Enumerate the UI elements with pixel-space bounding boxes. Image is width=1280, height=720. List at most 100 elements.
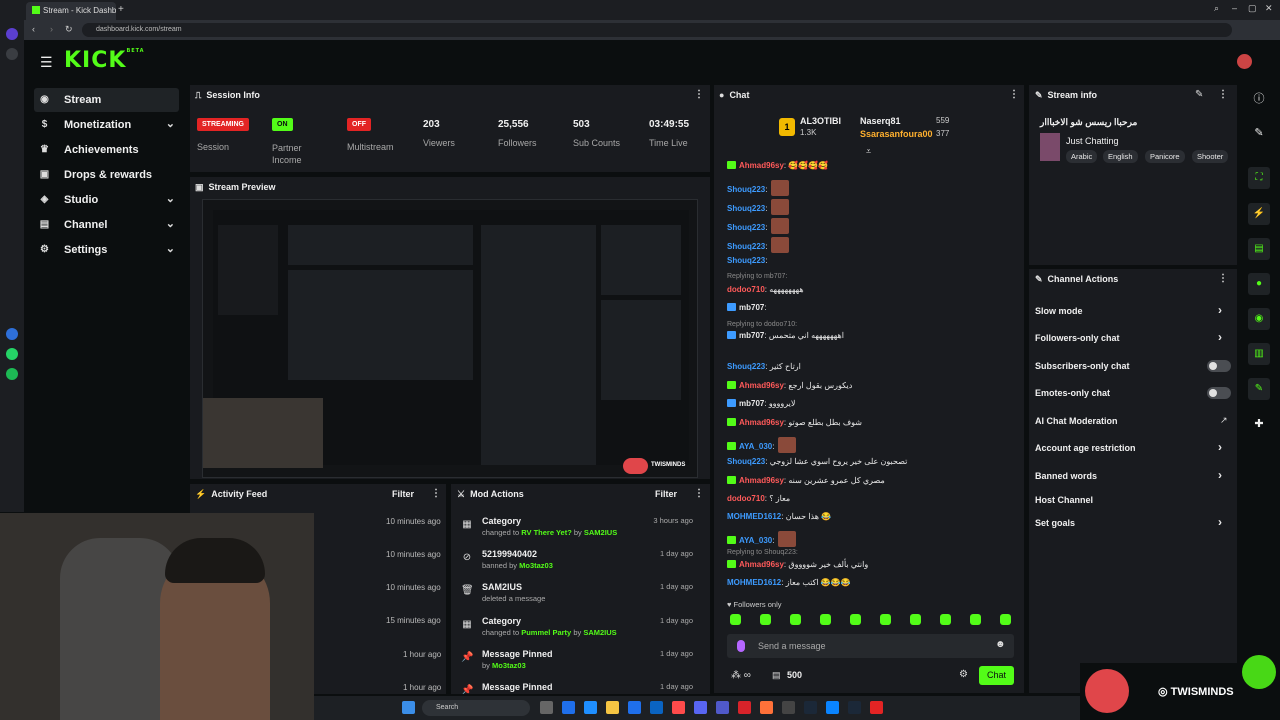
forward-icon[interactable]: › — [50, 24, 53, 34]
kick-logo[interactable]: KICKBETA — [64, 48, 145, 73]
broadcast-icon[interactable]: ◉ — [1248, 308, 1270, 330]
home-icon[interactable] — [6, 28, 18, 40]
tag-english[interactable]: English — [1103, 150, 1138, 163]
external-link-icon[interactable]: ↗ — [1220, 415, 1228, 426]
chat-username[interactable]: dodoo710 — [727, 285, 765, 294]
chat-message[interactable]: AYA_030: — [727, 531, 797, 547]
menu-icon[interactable]: ☰ — [40, 54, 53, 71]
chat-username[interactable]: MOHMED1612 — [727, 512, 781, 521]
maximize-icon[interactable]: ▢ — [1248, 3, 1257, 14]
clip-icon[interactable]: ⛶ — [1248, 167, 1270, 189]
chat-message[interactable]: Shouq223: تصحبون على خير يروح اسوي عشا ل… — [727, 457, 907, 466]
avatar[interactable] — [1237, 54, 1252, 69]
url-field[interactable]: dashboard.kick.com/stream — [82, 23, 1232, 37]
search-icon[interactable]: ⌕ — [1214, 3, 1219, 14]
emote-icon[interactable] — [1000, 614, 1011, 625]
edit-icon[interactable]: ✎ — [1248, 122, 1270, 144]
chevron-right-icon[interactable]: › — [1218, 515, 1222, 529]
nav-achievements[interactable]: ♛ Achievements — [34, 138, 179, 162]
chat-message[interactable]: dodoo710: ههههههههه — [727, 285, 804, 294]
nav-settings[interactable]: ⚙ Settings ⌄ — [34, 238, 179, 262]
chat-username[interactable]: Shouq223 — [727, 204, 765, 213]
chat-message[interactable]: Shouq223: — [727, 199, 790, 215]
chat-username[interactable]: AYA_030 — [739, 442, 772, 451]
chat-username[interactable]: Ahmad96sy — [739, 476, 784, 485]
mod-action-row[interactable]: ▦ Category changed to RV There Yet? by S… — [451, 514, 701, 547]
minimize-icon[interactable]: – — [1232, 3, 1237, 13]
nav-drops[interactable]: ▣ Drops & rewards — [34, 163, 179, 187]
new-tab-icon[interactable]: + — [118, 4, 124, 15]
stream-category[interactable]: Just Chatting — [1066, 136, 1119, 146]
emote-icon[interactable] — [790, 614, 801, 625]
chat-username[interactable]: Shouq223 — [727, 242, 765, 251]
set-goals-item[interactable]: Set goals — [1035, 518, 1075, 528]
reload-icon[interactable]: ↻ — [65, 24, 73, 35]
channel-actions-menu-icon[interactable]: ⋮ — [1218, 273, 1228, 284]
nav-monetization[interactable]: $ Monetization ⌄ — [34, 113, 179, 137]
task-view-icon[interactable] — [540, 701, 553, 714]
chevron-right-icon[interactable]: › — [1218, 440, 1222, 454]
app-icon[interactable] — [870, 701, 883, 714]
spotify-icon[interactable] — [6, 368, 18, 380]
emote-icon[interactable] — [820, 614, 831, 625]
support-bubble-icon[interactable] — [1242, 655, 1276, 689]
mod-filter-button[interactable]: Filter — [655, 489, 677, 499]
top-gifter-name[interactable]: AL3OTIBI — [800, 116, 841, 126]
explorer-icon[interactable] — [606, 701, 619, 714]
discord-icon[interactable] — [694, 701, 707, 714]
chat-message[interactable]: Ahmad96sy: مصري كل عمرو عشرين سنه — [727, 476, 885, 485]
chat-message[interactable]: Ahmad96sy: وانتي بألف خير شووووق — [727, 560, 868, 569]
lightning-icon[interactable]: ⚡ — [1248, 203, 1270, 225]
chat-username[interactable]: Ahmad96sy — [739, 381, 784, 390]
chat-message[interactable]: Ahmad96sy: شوف بطل بطلع صوتو — [727, 418, 862, 427]
emote-icon[interactable] — [880, 614, 891, 625]
chat-message[interactable]: Shouq223: — [727, 218, 790, 234]
host-channel-item[interactable]: Host Channel — [1035, 495, 1093, 505]
chevron-right-icon[interactable]: › — [1218, 468, 1222, 482]
slow-mode-item[interactable]: Slow mode — [1035, 306, 1083, 316]
star-icon[interactable] — [6, 48, 18, 60]
close-icon[interactable]: ✕ — [1265, 3, 1273, 14]
chat-message[interactable]: Shouq223: ارتاح كثير — [727, 362, 801, 371]
chat-message[interactable]: MOHMED1612: هذا حسان 😂 — [727, 512, 831, 521]
app-icon[interactable] — [782, 701, 795, 714]
mod-action-row[interactable]: 📌 Message Pinned by Mo3taz03 1 day ago — [451, 647, 701, 680]
windows-start-icon[interactable] — [402, 701, 415, 714]
emote-icon[interactable] — [910, 614, 921, 625]
account-age-item[interactable]: Account age restriction — [1035, 443, 1136, 453]
followers-only-item[interactable]: Followers-only chat — [1035, 333, 1120, 343]
back-icon[interactable]: ‹ — [32, 24, 35, 34]
chat-username[interactable]: Shouq223 — [727, 457, 765, 466]
add-widget-icon[interactable]: ✚ — [1248, 413, 1270, 435]
chat-username[interactable]: Shouq223 — [727, 362, 765, 371]
info-icon[interactable]: ⓘ — [1248, 88, 1270, 110]
mod-menu-icon[interactable]: ⋮ — [694, 488, 704, 499]
chat-bubble-icon[interactable]: ● — [1248, 273, 1270, 295]
tag-arabic[interactable]: Arabic — [1066, 150, 1098, 163]
chat-username[interactable]: Ahmad96sy — [739, 418, 784, 427]
opera-icon[interactable] — [672, 701, 685, 714]
banned-words-item[interactable]: Banned words — [1035, 471, 1097, 481]
mod-action-row[interactable]: ⊘ 52199940402 banned by Mo3taz03 1 day a… — [451, 547, 701, 580]
browser-tab[interactable]: Stream - Kick Dashboard — [26, 2, 116, 20]
nav-channel[interactable]: ▤ Channel ⌄ — [34, 213, 179, 237]
chat-settings-icon[interactable]: ⚙ — [959, 669, 968, 680]
chat-username[interactable]: Ahmad96sy — [739, 560, 784, 569]
chat-username[interactable]: mb707 — [739, 399, 764, 408]
chat-menu-icon[interactable]: ⋮ — [1009, 89, 1019, 100]
nav-stream[interactable]: ◉ Stream — [34, 88, 179, 112]
notes-icon[interactable]: ▤ — [1248, 238, 1270, 260]
activity-filter-button[interactable]: Filter — [392, 489, 414, 499]
multistream-badge[interactable]: OFF — [347, 118, 371, 131]
ai-moderation-item[interactable]: AI Chat Moderation — [1035, 416, 1118, 426]
gifter-3-name[interactable]: Ssarasanfoura00 — [860, 129, 933, 139]
emote-icon[interactable] — [940, 614, 951, 625]
messenger-icon[interactable] — [6, 328, 18, 340]
chat-message[interactable]: MOHMED1612: اكتب معاز 😂😂😂 — [727, 578, 851, 587]
emote-icon[interactable] — [850, 614, 861, 625]
taskbar-search[interactable]: Search — [422, 700, 530, 716]
partner-income-badge[interactable]: ON — [272, 118, 293, 131]
chat-message[interactable]: dodoo710: معاز ؟ — [727, 494, 790, 503]
emote-icon[interactable] — [760, 614, 771, 625]
whatsapp-icon[interactable] — [6, 348, 18, 360]
